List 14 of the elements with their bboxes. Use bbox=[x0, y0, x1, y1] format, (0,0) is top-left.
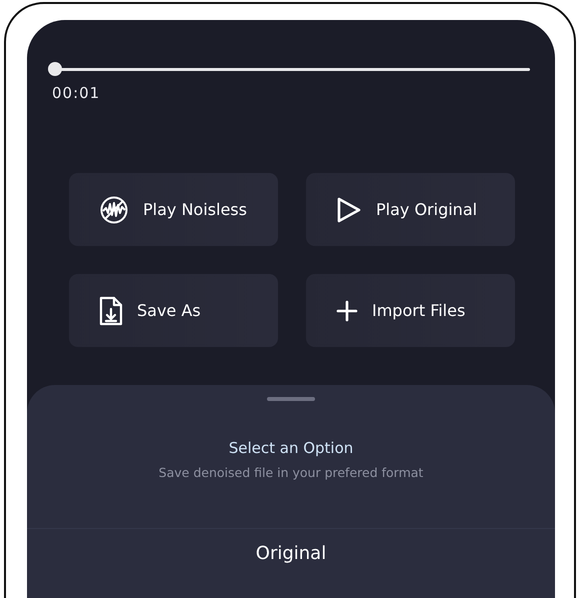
action-button[interactable]: Play Noisless bbox=[69, 173, 278, 246]
waveform-icon bbox=[99, 194, 129, 224]
sheet-title: Select an Option bbox=[228, 439, 354, 457]
file-download-icon bbox=[99, 296, 123, 326]
action-button[interactable]: Import Files bbox=[306, 274, 515, 347]
drag-handle[interactable] bbox=[267, 397, 315, 401]
action-button[interactable]: Play Original bbox=[306, 173, 515, 246]
plus-icon bbox=[336, 300, 358, 322]
play-icon bbox=[336, 196, 362, 224]
sheet-subtitle: Save denoised file in your prefered format bbox=[158, 465, 424, 480]
elapsed-time: 00:01 bbox=[52, 84, 100, 102]
action-button[interactable]: Save As bbox=[69, 274, 278, 347]
format-option[interactable]: Original bbox=[27, 528, 555, 564]
slider-thumb[interactable] bbox=[48, 62, 62, 76]
